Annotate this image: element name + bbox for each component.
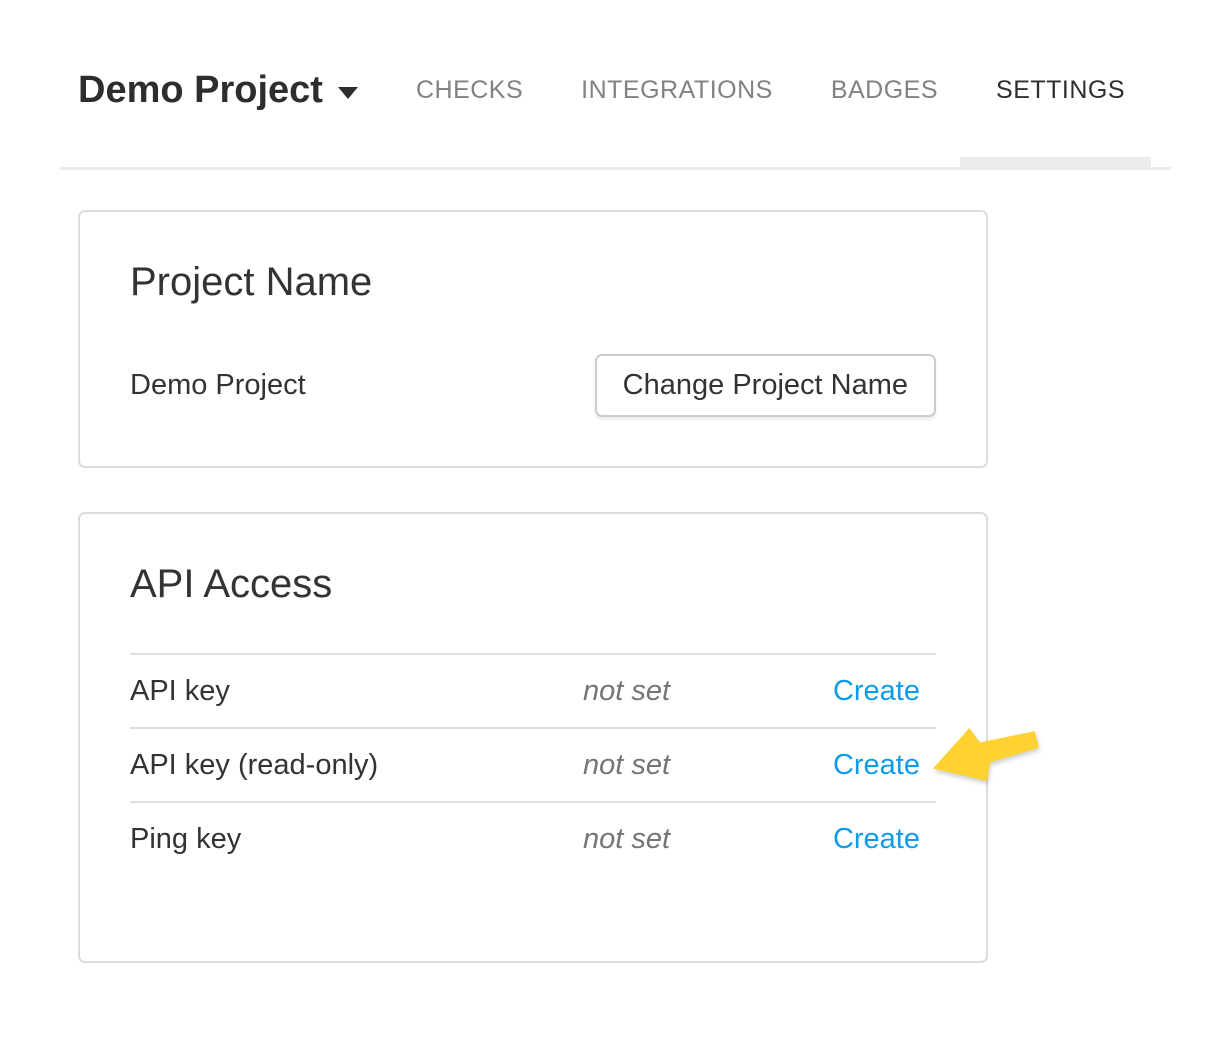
tab-checks[interactable]: CHECKS — [416, 76, 523, 105]
key-name-label: API key — [130, 675, 583, 708]
project-switcher[interactable]: Demo Project — [78, 69, 358, 112]
key-value-text: not set — [583, 823, 826, 856]
project-name-row: Demo Project Change Project Name — [130, 354, 936, 417]
api-access-card: API Access API key not set Create API ke… — [78, 512, 988, 963]
main-nav: CHECKS INTEGRATIONS BADGES SETTINGS — [416, 76, 1125, 105]
project-name-card-title: Project Name — [130, 262, 936, 302]
project-name-value: Demo Project — [130, 369, 306, 402]
tab-integrations[interactable]: INTEGRATIONS — [581, 76, 773, 105]
key-name-label: Ping key — [130, 823, 583, 856]
project-name-card: Project Name Demo Project Change Project… — [78, 210, 988, 468]
table-row-ping-key: Ping key not set Create — [130, 801, 936, 875]
project-header: Demo Project CHECKS INTEGRATIONS BADGES … — [78, 62, 1125, 118]
key-value-text: not set — [583, 675, 826, 708]
table-row-api-key-read-only: API key (read-only) not set Create — [130, 727, 936, 801]
create-api-key-link[interactable]: Create — [826, 675, 936, 708]
key-name-label: API key (read-only) — [130, 749, 583, 782]
tab-settings[interactable]: SETTINGS — [996, 76, 1125, 105]
active-tab-indicator — [960, 157, 1151, 170]
create-read-only-api-key-link[interactable]: Create — [826, 749, 936, 782]
create-ping-key-link[interactable]: Create — [826, 823, 936, 856]
project-title: Demo Project — [78, 69, 323, 112]
caret-down-icon — [338, 87, 358, 99]
key-value-text: not set — [583, 749, 826, 782]
api-access-card-title: API Access — [130, 564, 936, 604]
table-row-api-key: API key not set Create — [130, 653, 936, 727]
tab-badges[interactable]: BADGES — [831, 76, 938, 105]
api-keys-table: API key not set Create API key (read-onl… — [130, 653, 936, 875]
change-project-name-button[interactable]: Change Project Name — [595, 354, 936, 417]
